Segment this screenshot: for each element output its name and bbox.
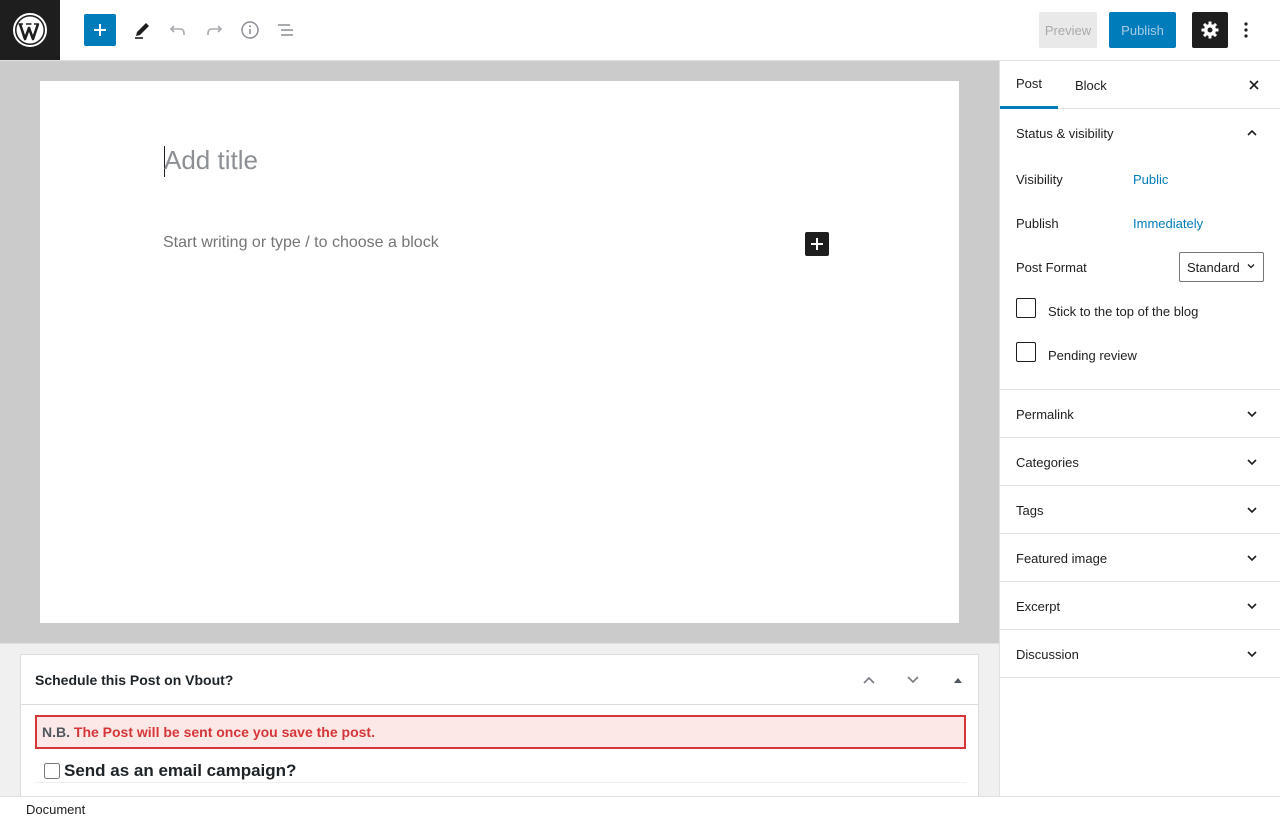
plus-icon xyxy=(94,24,106,36)
tab-block[interactable]: Block xyxy=(1059,61,1123,109)
redo-icon xyxy=(207,25,223,35)
panel-discussion[interactable]: Discussion xyxy=(1000,630,1280,678)
edit-tool-button[interactable] xyxy=(126,14,158,46)
chevron-down-icon xyxy=(1244,646,1260,662)
notice-prefix: N.B. xyxy=(42,724,70,740)
schedule-notice: N.B. The Post will be sent once you save… xyxy=(35,715,966,749)
chevron-down-icon xyxy=(907,676,919,684)
settings-sidebar: Post Block Status & visibility Visibilit… xyxy=(999,61,1280,796)
metabox-title: Schedule this Post on Vbout? xyxy=(35,672,234,688)
post-content-area: Add title Start writing or type / to cho… xyxy=(40,81,959,623)
list-view-icon xyxy=(278,24,293,36)
sticky-label: Stick to the top of the blog xyxy=(1048,304,1199,319)
status-visibility-toggle[interactable]: Status & visibility xyxy=(1016,126,1114,141)
sticky-checkbox[interactable] xyxy=(1016,298,1036,318)
panel-excerpt[interactable]: Excerpt xyxy=(1000,582,1280,630)
undo-button[interactable] xyxy=(162,14,194,46)
inline-add-block-button[interactable] xyxy=(805,232,829,256)
sidebar-tabs: Post Block xyxy=(1000,61,1280,109)
settings-button[interactable] xyxy=(1192,12,1228,48)
publish-label: Publish xyxy=(1016,216,1059,231)
panel-permalink[interactable]: Permalink xyxy=(1000,390,1280,438)
panel-title: Discussion xyxy=(1016,647,1079,662)
publish-button[interactable]: Publish xyxy=(1109,12,1176,48)
pending-review-checkbox[interactable] xyxy=(1016,342,1036,362)
breadcrumb-document[interactable]: Document xyxy=(26,802,85,817)
chevron-down-icon xyxy=(1244,406,1260,422)
undo-icon xyxy=(169,25,185,35)
publish-date-link[interactable]: Immediately xyxy=(1133,216,1203,231)
info-icon xyxy=(241,21,259,39)
email-campaign-checkbox[interactable] xyxy=(44,762,60,779)
chevron-up-icon xyxy=(863,676,875,684)
wordpress-logo-icon[interactable] xyxy=(0,0,60,60)
post-format-label: Post Format xyxy=(1016,260,1087,275)
panel-title: Excerpt xyxy=(1016,599,1061,614)
editor-header: Preview Publish xyxy=(0,0,1280,61)
more-options-button[interactable] xyxy=(1236,14,1256,46)
panel-title: Tags xyxy=(1016,503,1044,518)
chevron-down-icon xyxy=(1244,454,1260,470)
panel-featured-image[interactable]: Featured image xyxy=(1000,534,1280,582)
panel-title: Permalink xyxy=(1016,407,1074,422)
chevron-down-icon xyxy=(1244,502,1260,518)
status-visibility-panel: Status & visibility Visibility Public Pu… xyxy=(1000,109,1280,390)
post-format-value: Standard xyxy=(1187,260,1240,275)
meta-boxes-area: Schedule this Post on Vbout? N.B. The Po… xyxy=(0,643,999,797)
chevron-up-icon[interactable] xyxy=(1244,125,1260,141)
email-campaign-row: Send as an email campaign? xyxy=(35,759,966,783)
gear-icon xyxy=(1201,21,1219,39)
add-block-button[interactable] xyxy=(84,14,116,46)
vertical-ellipsis-icon xyxy=(1244,22,1248,38)
pending-review-label: Pending review xyxy=(1048,348,1137,363)
post-title-input[interactable]: Add title xyxy=(164,145,258,176)
close-sidebar-button[interactable] xyxy=(1244,75,1264,95)
collapse-toggle-button[interactable] xyxy=(946,668,970,692)
visibility-link[interactable]: Public xyxy=(1133,172,1168,187)
notice-message: The Post will be sent once you save the … xyxy=(73,724,375,740)
move-down-button[interactable] xyxy=(901,668,925,692)
email-campaign-label: Send as an email campaign? xyxy=(64,760,297,780)
triangle-up-icon xyxy=(954,678,962,683)
chevron-down-icon xyxy=(1244,598,1260,614)
details-button[interactable] xyxy=(234,14,266,46)
editor-canvas: Add title Start writing or type / to cho… xyxy=(0,61,999,643)
chevron-down-icon xyxy=(1244,550,1260,566)
visibility-label: Visibility xyxy=(1016,172,1063,187)
vbout-metabox: Schedule this Post on Vbout? N.B. The Po… xyxy=(20,654,979,797)
metabox-header[interactable]: Schedule this Post on Vbout? xyxy=(21,655,978,705)
panel-title: Categories xyxy=(1016,455,1079,470)
panel-title: Featured image xyxy=(1016,551,1108,566)
redo-button[interactable] xyxy=(198,14,230,46)
block-placeholder[interactable]: Start writing or type / to choose a bloc… xyxy=(163,234,439,252)
tab-post[interactable]: Post xyxy=(1000,61,1059,109)
close-icon xyxy=(1249,80,1259,90)
panel-categories[interactable]: Categories xyxy=(1000,438,1280,486)
preview-button[interactable]: Preview xyxy=(1039,12,1097,48)
list-view-button[interactable] xyxy=(270,14,302,46)
plus-icon xyxy=(811,238,823,250)
panel-tags[interactable]: Tags xyxy=(1000,486,1280,534)
move-up-button[interactable] xyxy=(857,668,881,692)
editor-footer: Document xyxy=(0,796,1280,821)
pencil-icon xyxy=(135,23,149,39)
chevron-down-icon xyxy=(1247,264,1255,269)
post-format-select[interactable]: Standard xyxy=(1179,252,1264,282)
